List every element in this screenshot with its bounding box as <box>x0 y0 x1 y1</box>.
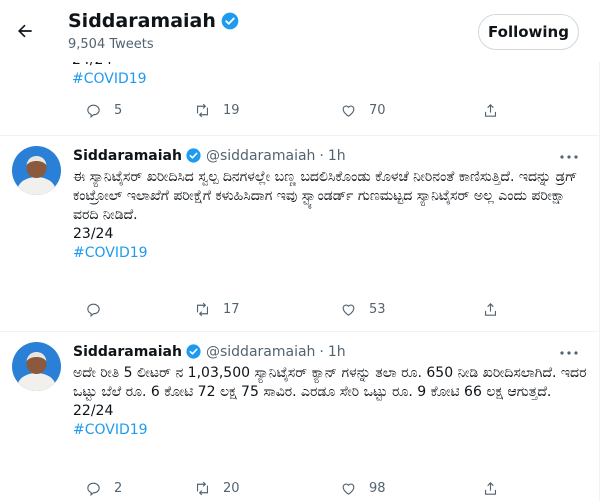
retweet-button[interactable]: 20 <box>194 480 240 497</box>
tweet-body: ಈ ಸ್ಯಾನಿಟೈಸರ್ ಖರೀದಿಸಿದ ಸ್ವಲ್ಪ ದಿನಗಳಲ್ಲೇ … <box>73 168 588 263</box>
ellipsis-icon <box>560 351 578 355</box>
retweet-icon <box>196 302 209 317</box>
retweet-count: 17 <box>223 302 240 317</box>
heart-icon <box>342 483 355 495</box>
separator-dot: · <box>319 147 324 164</box>
author-name[interactable]: Siddaramaiah <box>73 344 182 360</box>
hashtag-link[interactable]: #COVID19 <box>72 70 147 89</box>
more-options-button[interactable] <box>560 344 578 362</box>
avatar[interactable] <box>12 146 61 195</box>
like-count: 53 <box>369 302 386 317</box>
like-count: 70 <box>369 103 386 118</box>
profile-name-row: Siddaramaiah <box>68 10 240 32</box>
verified-badge-icon <box>220 11 240 31</box>
tweet-text: ಈ ಸ್ಯಾನಿಟೈಸರ್ ಖರೀದಿಸಿದ ಸ್ವಲ್ಪ ದಿನಗಳಲ್ಲೇ … <box>73 169 578 242</box>
reply-count: 5 <box>114 103 123 118</box>
retweet-button[interactable]: 19 <box>194 102 240 119</box>
reply-icon <box>87 104 100 119</box>
share-button[interactable] <box>482 301 499 318</box>
verified-badge-icon <box>185 147 202 164</box>
back-button[interactable] <box>8 14 42 48</box>
heart-icon <box>342 304 355 316</box>
separator-dot: · <box>319 343 324 360</box>
following-button[interactable]: Following <box>478 14 579 50</box>
tweet-count: 9,504 Tweets <box>68 37 154 52</box>
avatar[interactable] <box>12 342 61 391</box>
share-button[interactable] <box>482 480 499 497</box>
reply-button[interactable]: 5 <box>85 102 122 119</box>
retweet-count: 19 <box>223 103 240 118</box>
verified-badge-icon <box>185 343 202 360</box>
like-button[interactable]: 53 <box>340 301 386 318</box>
tweet[interactable]: Siddaramaiah @siddaramaiah · 1h ಈ ಸ್ಯಾನಿ… <box>0 136 599 331</box>
reply-icon <box>87 303 100 318</box>
reply-icon <box>87 482 100 497</box>
arrow-left-icon <box>18 24 32 38</box>
retweet-icon <box>196 103 209 118</box>
column-border <box>599 0 600 501</box>
like-button[interactable]: 98 <box>340 480 386 497</box>
share-icon <box>484 303 497 316</box>
reply-count: 2 <box>114 481 123 496</box>
like-button[interactable]: 70 <box>340 102 386 119</box>
tweet-actions: 17 53 <box>0 301 607 321</box>
share-icon <box>484 482 497 495</box>
tweet-time[interactable]: 1h <box>328 344 346 360</box>
tweet-text: ಅದೇ ರೀತಿ 5 ಲೀಟರ್ ನ 1,03,500 ಸ್ಯಾನಿಟೈಸರ್ … <box>73 365 587 419</box>
tweet-actions: 2 20 98 <box>0 480 607 500</box>
profile-header: Siddaramaiah 9,504 Tweets Following <box>0 0 607 62</box>
tweet-header: Siddaramaiah @siddaramaiah · 1h <box>73 343 346 360</box>
tweet-header: Siddaramaiah @siddaramaiah · 1h <box>73 147 346 164</box>
reply-button[interactable]: 2 <box>85 480 122 497</box>
tweet-actions: 5 19 70 <box>0 102 607 122</box>
tweet-body: ಅದೇ ರೀತಿ 5 ಲೀಟರ್ ನ 1,03,500 ಸ್ಯಾನಿಟೈಸರ್ … <box>73 364 588 440</box>
retweet-button[interactable]: 17 <box>194 301 240 318</box>
share-icon <box>484 104 497 117</box>
reply-button[interactable] <box>85 301 114 318</box>
heart-icon <box>342 105 355 117</box>
author-name[interactable]: Siddaramaiah <box>73 148 182 164</box>
tweet-time[interactable]: 1h <box>328 148 346 164</box>
like-count: 98 <box>369 481 386 496</box>
ellipsis-icon <box>560 155 578 159</box>
author-handle[interactable]: @siddaramaiah <box>206 344 315 360</box>
retweet-icon <box>196 481 209 496</box>
retweet-count: 20 <box>223 481 240 496</box>
hashtag-link[interactable]: #COVID19 <box>73 244 588 263</box>
author-handle[interactable]: @siddaramaiah <box>206 148 315 164</box>
tweet[interactable]: Siddaramaiah @siddaramaiah · 1h ಅದೇ ರೀತಿ… <box>0 332 599 501</box>
more-options-button[interactable] <box>560 148 578 166</box>
share-button[interactable] <box>482 102 499 119</box>
hashtag-link[interactable]: #COVID19 <box>73 421 588 440</box>
profile-name: Siddaramaiah <box>68 10 216 32</box>
